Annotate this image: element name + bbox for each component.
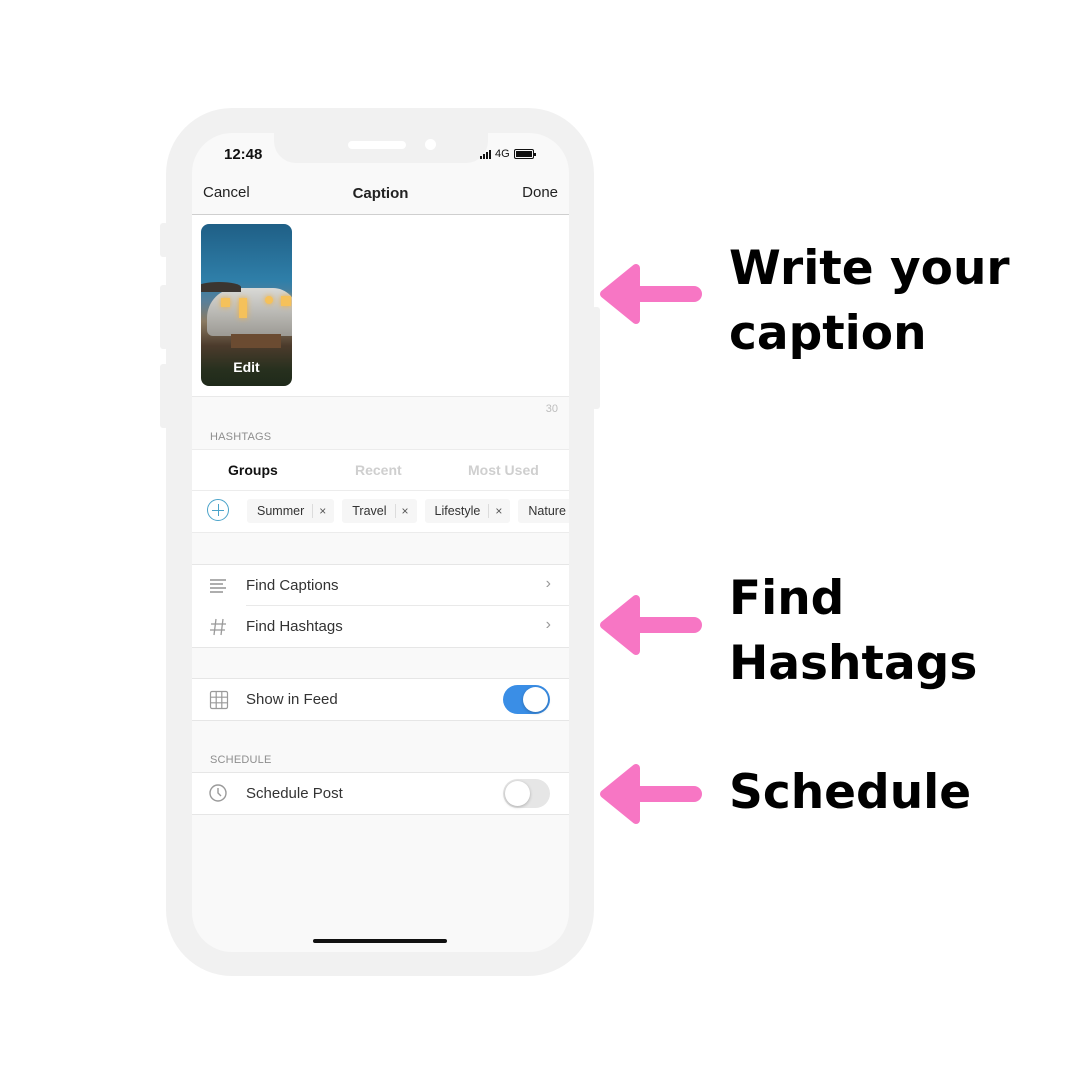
show-in-feed-toggle[interactable] <box>503 685 550 714</box>
schedule-post-toggle[interactable] <box>503 779 550 808</box>
find-captions-row[interactable]: Find Captions › <box>192 565 569 606</box>
annotation-write-caption: Write your caption <box>729 241 1010 361</box>
schedule-post-row: Schedule Post <box>192 773 569 814</box>
find-hashtags-label: Find Hashtags <box>246 618 343 635</box>
chip-label: Lifestyle <box>434 504 481 518</box>
chevron-right-icon: › <box>545 616 551 633</box>
post-thumbnail[interactable]: Edit <box>201 224 292 386</box>
hashtag-chip[interactable]: Travel × <box>342 499 417 523</box>
chevron-right-icon: › <box>545 575 551 592</box>
thumbnail-image <box>207 288 292 336</box>
front-camera <box>425 139 436 150</box>
find-hashtags-row[interactable]: Find Hashtags › <box>192 606 569 647</box>
hashtags-section-header: HASHTAGS <box>210 431 272 443</box>
character-count: 30 <box>545 403 558 415</box>
tab-groups[interactable]: Groups <box>228 462 278 478</box>
speaker <box>348 141 406 149</box>
hashtag-groups-row: Summer × Travel × Lifestyle × Nature × <box>192 491 569 533</box>
status-time: 12:48 <box>224 146 263 163</box>
annotation-schedule: Schedule <box>729 765 972 820</box>
show-in-feed-label: Show in Feed <box>246 691 338 708</box>
status-indicators: 4G <box>480 148 536 160</box>
signal-bars-icon <box>480 149 491 159</box>
show-in-feed-row: Show in Feed <box>192 679 569 720</box>
schedule-section-header: SCHEDULE <box>210 754 272 766</box>
remove-icon[interactable]: × <box>495 504 502 518</box>
chip-label: Summer <box>257 504 305 518</box>
done-button[interactable]: Done <box>522 184 558 201</box>
arrow-left-icon <box>600 595 702 655</box>
chip-label: Travel <box>352 504 387 518</box>
page-title: Caption <box>352 185 409 202</box>
mute-switch <box>160 223 168 257</box>
home-indicator[interactable] <box>313 939 447 943</box>
hash-icon <box>210 618 226 636</box>
find-captions-label: Find Captions <box>246 577 339 594</box>
tab-recent[interactable]: Recent <box>355 462 402 478</box>
tab-most-used[interactable]: Most Used <box>468 462 539 478</box>
edit-image-button[interactable]: Edit <box>201 359 292 375</box>
battery-icon <box>513 149 536 159</box>
remove-icon[interactable]: × <box>319 504 326 518</box>
nav-bar: Cancel Caption Done <box>192 172 569 215</box>
grid-icon <box>209 690 229 710</box>
arrow-left-icon <box>600 764 702 824</box>
volume-up-button <box>160 285 168 349</box>
feed-group: Show in Feed <box>192 678 569 721</box>
caption-input[interactable]: Edit <box>192 215 569 397</box>
chip-label: Nature <box>528 504 566 518</box>
remove-icon[interactable]: × <box>402 504 409 518</box>
hashtag-tabs: Groups Recent Most Used <box>192 449 569 491</box>
volume-down-button <box>160 364 168 428</box>
annotation-find-hashtags: Find Hashtags <box>729 571 978 691</box>
plus-circle-icon[interactable] <box>207 499 229 521</box>
schedule-group: Schedule Post <box>192 772 569 815</box>
network-type: 4G <box>495 148 510 160</box>
arrow-left-icon <box>600 264 702 324</box>
hashtag-chip[interactable]: Nature × <box>518 499 569 523</box>
text-lines-icon <box>210 579 226 593</box>
clock-icon <box>209 784 227 802</box>
tools-group: Find Captions › Find Hashtags › <box>192 564 569 648</box>
schedule-post-label: Schedule Post <box>246 785 343 802</box>
hashtag-chip-list: Summer × Travel × Lifestyle × Nature × <box>247 499 569 523</box>
hashtag-chip[interactable]: Summer × <box>247 499 335 523</box>
hashtag-chip[interactable]: Lifestyle × <box>424 499 511 523</box>
